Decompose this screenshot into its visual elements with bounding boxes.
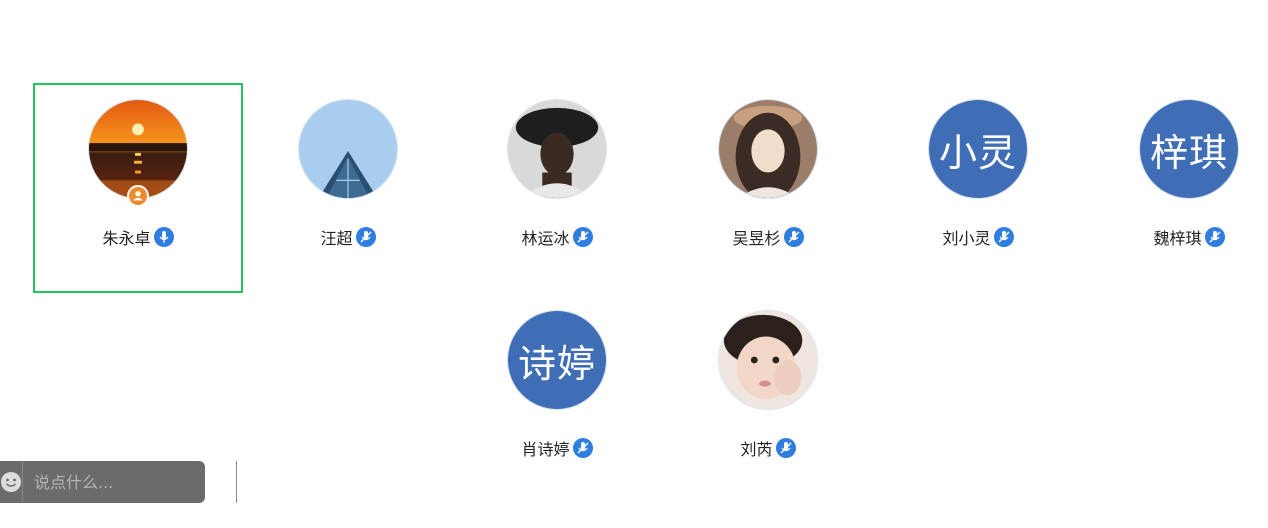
participant-tile[interactable]: 吴昱杉: [663, 83, 873, 293]
participant-name: 吴昱杉: [732, 229, 781, 248]
participant-name-row: 刘芮: [665, 436, 871, 460]
chat-bar: [0, 460, 248, 504]
participant-name-row: 朱永卓: [35, 225, 241, 249]
host-icon: [127, 185, 149, 207]
video-grid: 朱永卓 汪超 林运冰 吴昱杉 小灵 刘小灵 梓琪 魏梓琪 诗婷 肖诗婷 刘芮 说…: [0, 0, 1268, 528]
chevron-left-icon: [238, 474, 248, 490]
microphone-muted-icon: [1204, 227, 1225, 247]
avatar: [298, 99, 398, 199]
participant-tile[interactable]: 诗婷 肖诗婷: [452, 294, 662, 504]
participant-name: 朱永卓: [102, 229, 151, 248]
emoji-icon: [1, 472, 21, 492]
avatar: 小灵: [928, 99, 1028, 199]
participant-name: 刘芮: [740, 440, 773, 459]
microphone-icon: [153, 227, 174, 247]
participant-name: 肖诗婷: [521, 440, 570, 459]
avatar: 诗婷: [507, 310, 607, 410]
microphone-muted-icon: [783, 227, 804, 247]
participant-name: 汪超: [320, 229, 353, 248]
avatar: 梓琪: [1139, 99, 1239, 199]
participant-name-row: 汪超: [245, 225, 451, 249]
participant-tile[interactable]: 小灵 刘小灵: [873, 83, 1083, 293]
emoji-button[interactable]: [0, 461, 23, 503]
participant-name-row: 吴昱杉: [665, 225, 871, 249]
collapse-button[interactable]: [236, 461, 249, 503]
microphone-muted-icon: [572, 438, 593, 458]
avatar: [507, 99, 607, 199]
participant-name: 魏梓琪: [1153, 229, 1202, 248]
avatar: [88, 99, 188, 199]
microphone-muted-icon: [572, 227, 593, 247]
participant-tile[interactable]: 林运冰: [452, 83, 662, 293]
avatar: [718, 99, 818, 199]
chat-input[interactable]: [23, 460, 236, 504]
microphone-muted-icon: [775, 438, 796, 458]
microphone-muted-icon: [355, 227, 376, 247]
avatar-initials: 小灵: [929, 100, 1027, 198]
avatar-initials: 梓琪: [1140, 100, 1238, 198]
avatar: [718, 310, 818, 410]
participant-name-row: 魏梓琪: [1086, 225, 1268, 249]
participant-name-row: 刘小灵: [875, 225, 1081, 249]
participant-name: 刘小灵: [942, 229, 991, 248]
participant-tile-active[interactable]: 朱永卓: [33, 83, 243, 293]
participant-tile[interactable]: 汪超: [243, 83, 453, 293]
avatar-initials: 诗婷: [508, 311, 606, 409]
participant-name: 林运冰: [521, 229, 570, 248]
participant-name-row: 肖诗婷: [454, 436, 660, 460]
participant-tile[interactable]: 刘芮: [663, 294, 873, 504]
participant-name-row: 林运冰: [454, 225, 660, 249]
microphone-muted-icon: [993, 227, 1014, 247]
participant-tile[interactable]: 梓琪 魏梓琪: [1084, 83, 1268, 293]
